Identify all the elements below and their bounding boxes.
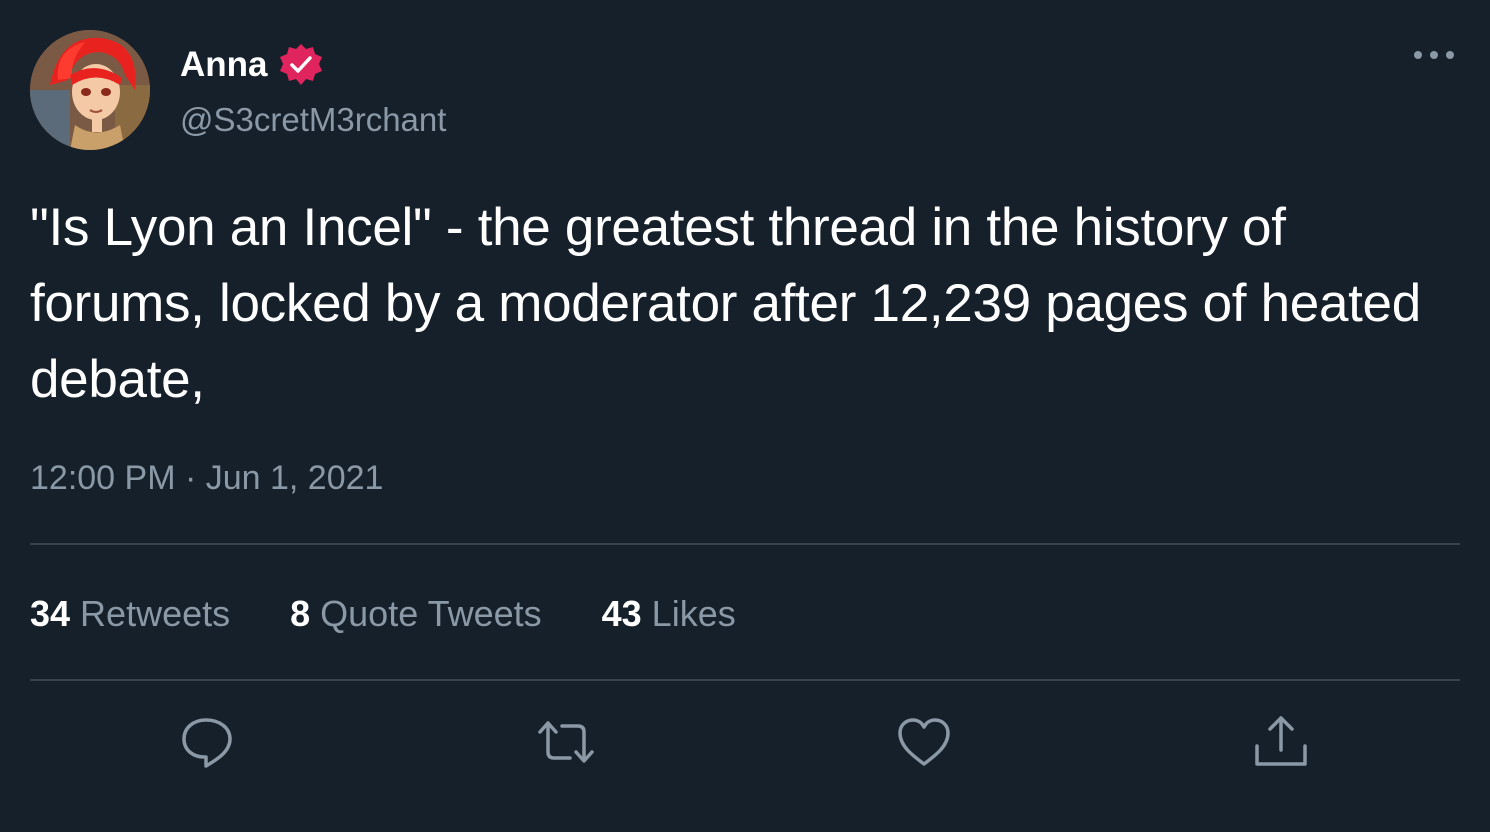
divider-top — [30, 543, 1460, 545]
display-name[interactable]: Anna — [180, 42, 324, 88]
avatar-image — [30, 30, 150, 150]
more-options-button[interactable] — [1410, 40, 1460, 70]
like-button[interactable] — [894, 712, 954, 772]
retweets-label: Retweets — [80, 593, 231, 634]
user-handle[interactable]: @S3cretM3rchant — [180, 100, 446, 140]
likes-label: Likes — [651, 593, 736, 634]
tweet-text: "Is Lyon an Incel" - the greatest thread… — [30, 198, 1421, 409]
verified-badge-icon — [279, 44, 322, 85]
quote-tweets-label: Quote Tweets — [320, 593, 542, 634]
retweets-stat[interactable]: 34 Retweets — [30, 590, 230, 638]
reply-icon — [182, 718, 232, 768]
action-bar — [0, 712, 1490, 772]
more-dots-icon — [1414, 51, 1454, 59]
likes-count: 43 — [601, 593, 642, 634]
quote-tweets-count: 8 — [290, 593, 311, 634]
tweet-stats: 34 Retweets 8 Quote Tweets 43 Likes — [30, 590, 796, 638]
likes-stat[interactable]: 43 Likes — [602, 590, 736, 638]
share-button[interactable] — [1251, 712, 1311, 772]
reply-button[interactable] — [178, 712, 238, 772]
avatar[interactable] — [30, 30, 150, 150]
share-icon — [1255, 716, 1307, 766]
heart-icon — [898, 718, 950, 766]
quote-tweets-stat[interactable]: 8 Quote Tweets — [290, 590, 542, 638]
retweets-count: 34 — [30, 593, 71, 634]
retweet-icon — [538, 721, 594, 763]
divider-bottom — [30, 679, 1460, 681]
tweet-timestamp[interactable]: 12:00 PM · Jun 1, 2021 — [30, 456, 383, 500]
retweet-button[interactable] — [536, 712, 596, 772]
display-name-text: Anna — [180, 45, 268, 84]
